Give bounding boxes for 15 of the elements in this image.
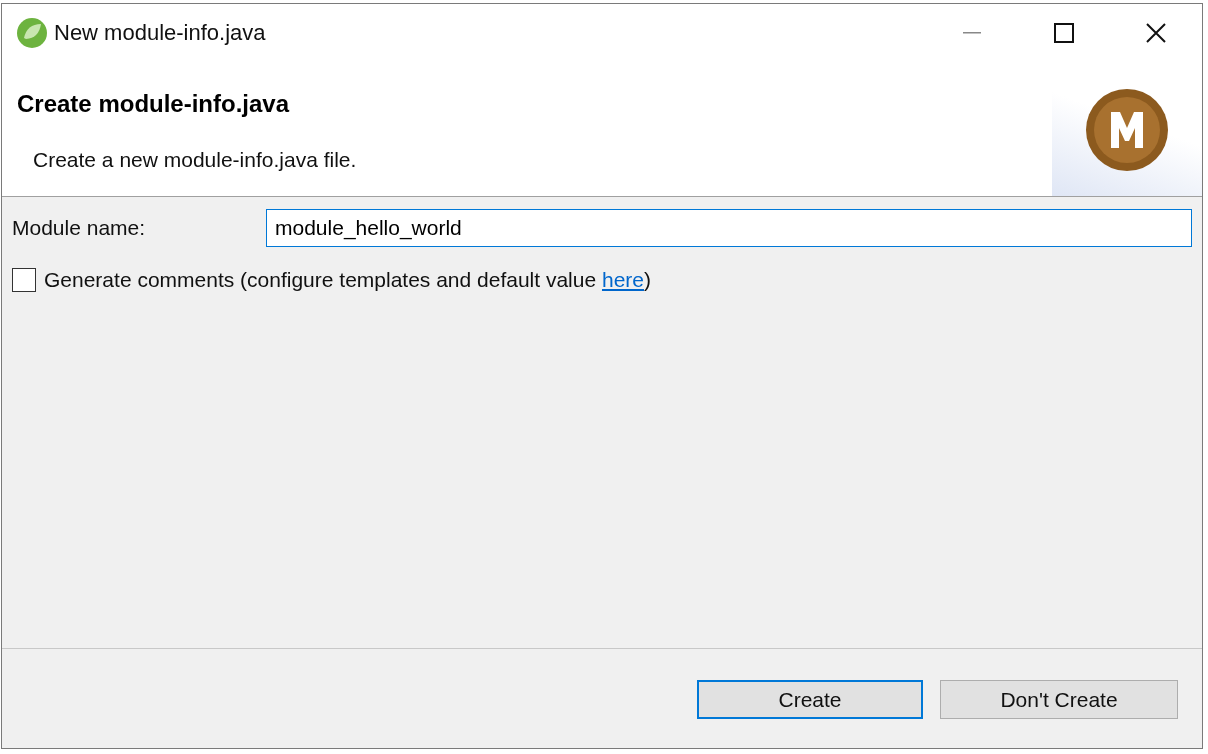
close-icon[interactable] — [1146, 22, 1166, 43]
module-logo-icon — [1085, 88, 1169, 172]
minimize-icon[interactable] — [963, 31, 981, 34]
banner-title: Create module-info.java — [17, 89, 291, 119]
dialog-button[interactable]: Create — [697, 680, 923, 719]
maximize-icon[interactable] — [1054, 22, 1074, 43]
generate-comments-label: Generate comments (configure templates and default value here) — [44, 267, 651, 293]
leaf-logo-icon — [15, 15, 49, 50]
templates-link[interactable]: here — [602, 268, 644, 291]
module-name-label: Module name: — [12, 215, 147, 242]
dialog-button[interactable]: Don't Create — [940, 680, 1178, 719]
module-name-field[interactable]: module_hello_world — [266, 209, 1192, 247]
banner-description: Create a new module-info.java file. — [33, 147, 358, 173]
window-title: New module-info.java — [54, 19, 266, 47]
checkbox[interactable] — [12, 267, 36, 292]
